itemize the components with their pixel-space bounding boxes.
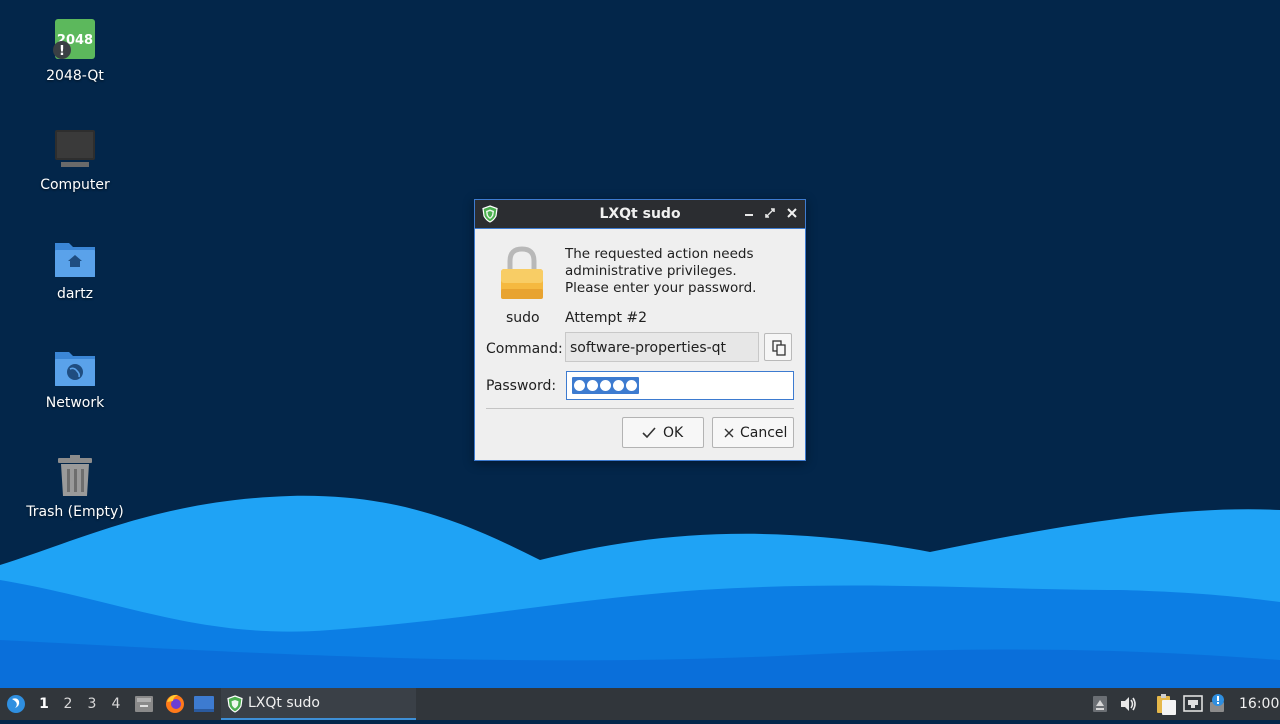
trash-icon	[53, 455, 97, 499]
2048-game-icon: 2048 !	[53, 19, 97, 63]
volume-button[interactable]	[1118, 688, 1138, 720]
copy-command-button[interactable]	[764, 333, 792, 361]
maximize-icon	[765, 208, 775, 218]
desktop-icon-label: 2048-Qt	[46, 68, 104, 84]
button-separator	[486, 408, 794, 409]
network-wired-icon	[1183, 695, 1203, 712]
privilege-message: The requested action needs administrativ…	[565, 246, 795, 297]
desktop-icon-dartz[interactable]: dartz	[10, 237, 140, 302]
checkmark-icon	[642, 427, 656, 439]
minimize-icon	[745, 214, 753, 216]
taskbar: 1 2 3 4 LXQt sudo 16:00	[0, 688, 1280, 720]
cancel-button[interactable]: Cancel	[712, 417, 794, 448]
volume-icon	[1121, 697, 1136, 711]
desktop-icon-label: dartz	[56, 286, 94, 302]
minimize-button[interactable]	[741, 205, 757, 221]
password-label: Password:	[486, 378, 557, 394]
password-mask-dot	[587, 380, 598, 391]
padlock-icon	[497, 245, 547, 303]
clipboard-button[interactable]	[1155, 688, 1177, 720]
desktop-switch-3[interactable]: 3	[82, 696, 102, 712]
tray-expand-icon	[1093, 696, 1107, 712]
cancel-label: Cancel	[740, 425, 788, 441]
password-mask-dot	[600, 380, 611, 391]
clock[interactable]: 16:00	[1239, 696, 1279, 712]
show-desktop-icon	[194, 696, 214, 712]
desktop-icon-2048[interactable]: 2048 ! 2048-Qt	[10, 19, 140, 84]
dialog-titlebar[interactable]: LXQt sudo	[475, 200, 805, 229]
cancel-x-icon	[724, 428, 734, 438]
shield-icon	[227, 695, 243, 713]
maximize-button[interactable]	[762, 205, 778, 221]
firefox-icon	[166, 694, 184, 713]
ok-button[interactable]: OK	[622, 417, 704, 448]
clipboard-icon	[1157, 694, 1176, 715]
task-label: LXQt sudo	[248, 695, 320, 711]
svg-text:!: !	[59, 44, 65, 59]
desktop-icon-label: Computer	[40, 177, 110, 193]
network-status-button[interactable]	[1183, 688, 1203, 720]
firefox-launcher[interactable]	[164, 688, 186, 720]
copy-icon	[772, 340, 786, 356]
update-notifier-button[interactable]	[1208, 688, 1228, 720]
password-mask-dot	[574, 380, 585, 391]
ok-label: OK	[663, 425, 684, 441]
sudo-label: sudo	[506, 310, 540, 326]
close-icon	[787, 208, 797, 218]
main-menu-button[interactable]	[5, 688, 27, 720]
password-input[interactable]	[566, 371, 794, 400]
message-line: Please enter your password.	[565, 280, 757, 296]
command-label: Command:	[486, 341, 563, 357]
file-manager-launcher[interactable]	[134, 688, 154, 720]
password-mask-dot	[626, 380, 637, 391]
desktop-icon-trash[interactable]: Trash (Empty)	[10, 455, 140, 520]
desktop-icon-computer[interactable]: Computer	[10, 128, 140, 193]
desktop-switch-2[interactable]: 2	[58, 696, 78, 712]
show-desktop-button[interactable]	[193, 688, 215, 720]
password-mask-dot	[613, 380, 624, 391]
computer-icon	[53, 128, 97, 172]
network-folder-icon	[53, 346, 97, 390]
file-manager-icon	[135, 696, 153, 712]
tray-arrow-button[interactable]	[1092, 688, 1108, 720]
desktop-icon-label: Trash (Empty)	[26, 504, 124, 520]
desktop-switch-1[interactable]: 1	[34, 696, 54, 712]
desktop-icon-label: Network	[45, 395, 105, 411]
desktop-icon-network[interactable]: Network	[10, 346, 140, 411]
sudo-dialog: LXQt sudo The requested action needs adm…	[474, 199, 806, 461]
message-line: administrative privileges.	[565, 263, 737, 279]
update-alert-icon	[1210, 694, 1224, 712]
home-folder-icon	[53, 237, 97, 281]
password-selection	[572, 377, 639, 394]
task-button-lxqt-sudo[interactable]: LXQt sudo	[221, 688, 416, 720]
close-button[interactable]	[784, 205, 800, 221]
attempt-counter: Attempt #2	[565, 310, 648, 326]
command-field[interactable]: software-properties-qt	[565, 332, 759, 362]
message-line: The requested action needs	[565, 246, 754, 262]
desktop-switch-4[interactable]: 4	[106, 696, 126, 712]
lxqt-menu-icon	[7, 695, 25, 713]
